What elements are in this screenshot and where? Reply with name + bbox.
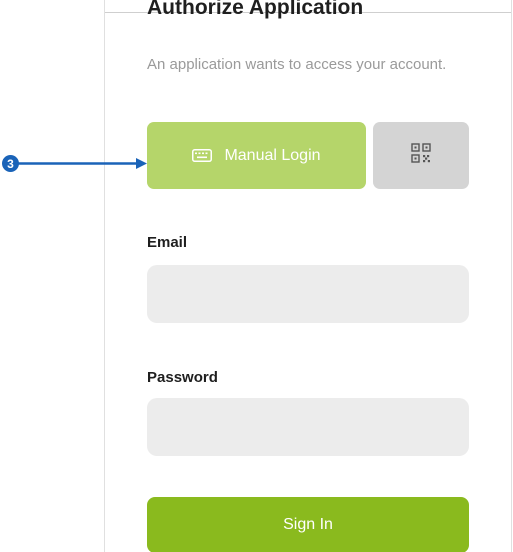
qr-login-button[interactable] (373, 122, 469, 189)
page-subtitle: An application wants to access your acco… (147, 56, 447, 73)
authorize-panel: Authorize Application An application wan… (104, 0, 512, 552)
email-label: Email (147, 234, 188, 251)
page-title: Authorize Application (147, 0, 364, 19)
manual-login-button[interactable]: Manual Login (147, 122, 366, 189)
keyboard-icon (192, 149, 213, 162)
screenshot-stage: Authorize Application An application wan… (0, 0, 513, 552)
qr-code-icon (410, 142, 432, 169)
manual-login-label: Manual Login (224, 146, 321, 164)
password-field[interactable] (147, 398, 469, 456)
email-field[interactable] (147, 265, 469, 323)
sign-in-label: Sign In (283, 516, 333, 533)
step-number-badge: 3 (2, 155, 19, 172)
sign-in-button[interactable]: Sign In (147, 497, 469, 552)
password-label: Password (147, 369, 218, 386)
